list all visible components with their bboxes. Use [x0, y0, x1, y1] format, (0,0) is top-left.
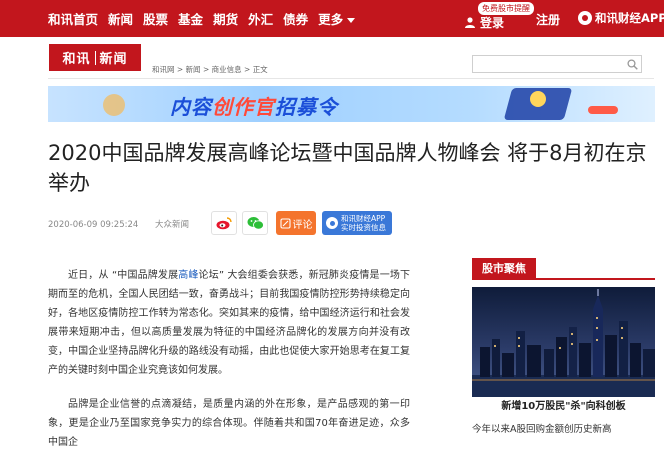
- article-paragraph: 近日，从 “中国品牌发展高峰论坛” 大会组委会获悉，新冠肺炎疫情是一场下期而至的…: [48, 266, 410, 380]
- app-logo-icon: [578, 11, 592, 25]
- breadcrumb-item-news[interactable]: 新闻: [186, 65, 201, 74]
- logo-divider: [94, 50, 96, 65]
- paragraph-text: 论坛” 大会组委会获悉，新冠肺炎疫情是一场下期而至的危机，全国人民团结一致，奋勇…: [48, 270, 411, 376]
- search-input[interactable]: [472, 55, 642, 73]
- search-icon[interactable]: [627, 59, 638, 70]
- banner-text-part3: 招募令: [275, 95, 338, 119]
- banner-text-highlight: 创作官: [212, 95, 275, 119]
- article-body: 近日，从 “中国品牌发展高峰论坛” 大会组委会获悉，新冠肺炎疫情是一场下期而至的…: [48, 266, 410, 467]
- app-link-label: 和讯财经APP: [595, 11, 664, 25]
- weibo-icon: [216, 217, 232, 230]
- comment-label: 评论: [292, 219, 313, 231]
- site-logo[interactable]: 和讯 新闻: [49, 44, 141, 71]
- app-promo-button[interactable]: 和讯财经APP 实时投资信息: [322, 211, 392, 235]
- article-source: 大众新闻: [154, 220, 189, 230]
- nav-item-bonds[interactable]: 债券: [283, 9, 308, 28]
- nav-item-more[interactable]: 更多: [318, 9, 355, 28]
- app-promo-line1: 和讯财经APP: [341, 214, 386, 223]
- banner-illustration: [530, 91, 546, 107]
- app-promo-line2: 实时投资信息: [341, 223, 386, 232]
- register-link[interactable]: 注册: [536, 11, 560, 28]
- breadcrumb-separator: >: [241, 65, 253, 74]
- main-nav: 和讯首页 新闻 股票 基金 期货 外汇 债券 更多: [48, 0, 365, 37]
- top-nav-bar: 和讯首页 新闻 股票 基金 期货 外汇 债券 更多 免费股市提醒 登录 注册 和…: [0, 0, 664, 37]
- banner-headline: 内容创作官招募令: [170, 91, 338, 120]
- share-weibo-button[interactable]: [211, 211, 237, 235]
- breadcrumb-item-business[interactable]: 商业信息: [212, 65, 242, 74]
- nav-item-forex[interactable]: 外汇: [248, 9, 273, 28]
- share-wechat-button[interactable]: [242, 211, 268, 235]
- paragraph-text: 近日，从 “中国品牌发展: [68, 270, 179, 281]
- promo-banner[interactable]: 内容创作官招募令: [48, 86, 655, 122]
- login-link[interactable]: 登录: [480, 14, 504, 31]
- article-title: 2020中国品牌发展高峰论坛暨中国品牌人物峰会 将于8月初在京举办: [48, 141, 647, 195]
- article-paragraph: 品牌是企业信誉的点滴凝结，是质量内涵的外在形象，是产品感观的第一印象，更是企业乃…: [48, 399, 410, 448]
- nav-item-futures[interactable]: 期货: [213, 9, 238, 28]
- comment-icon: [279, 217, 291, 229]
- nav-item-funds[interactable]: 基金: [178, 9, 203, 28]
- sidebar-news-item[interactable]: 今年以来A股回购金额创历史新高: [472, 421, 655, 435]
- breadcrumb: 和讯网 > 新闻 > 商业信息 > 正文: [152, 64, 268, 75]
- nav-item-news[interactable]: 新闻: [108, 9, 133, 28]
- nav-item-home[interactable]: 和讯首页: [48, 9, 98, 28]
- tab-stock-focus[interactable]: 股市聚焦: [472, 258, 536, 278]
- nav-item-stocks[interactable]: 股票: [143, 9, 168, 28]
- sidebar-featured-image[interactable]: [472, 287, 655, 397]
- header-divider: [48, 78, 654, 79]
- login-area[interactable]: 免费股市提醒 登录: [464, 2, 534, 35]
- article-meta: 2020-06-09 09:25:24 大众新闻: [48, 218, 189, 230]
- app-logo-icon: [326, 217, 338, 229]
- publish-date: 2020-06-09 09:25:24: [48, 220, 139, 230]
- city-skyline-image: [472, 289, 655, 397]
- breadcrumb-separator: >: [174, 65, 186, 74]
- breadcrumb-item-current: 正文: [252, 65, 268, 74]
- featured-caption[interactable]: 新增10万股民"杀"向科创板: [472, 398, 655, 416]
- banner-decoration: [103, 94, 125, 116]
- wechat-icon: [247, 217, 264, 230]
- breadcrumb-separator: >: [200, 65, 212, 74]
- banner-illustration: [588, 106, 618, 114]
- comment-button[interactable]: 评论: [276, 211, 316, 235]
- banner-text-part1: 内容: [170, 95, 212, 119]
- app-download-link[interactable]: 和讯财经APP: [578, 10, 664, 26]
- sidebar-section-header: 股市聚焦: [472, 258, 655, 280]
- app-promo-text: 和讯财经APP 实时投资信息: [341, 214, 386, 232]
- logo-channel-text: 新闻: [99, 52, 128, 67]
- keyword-link[interactable]: 高峰: [178, 270, 198, 281]
- breadcrumb-item-home[interactable]: 和讯网: [152, 65, 175, 74]
- user-icon: [465, 17, 475, 28]
- logo-brand-text: 和讯: [62, 52, 91, 67]
